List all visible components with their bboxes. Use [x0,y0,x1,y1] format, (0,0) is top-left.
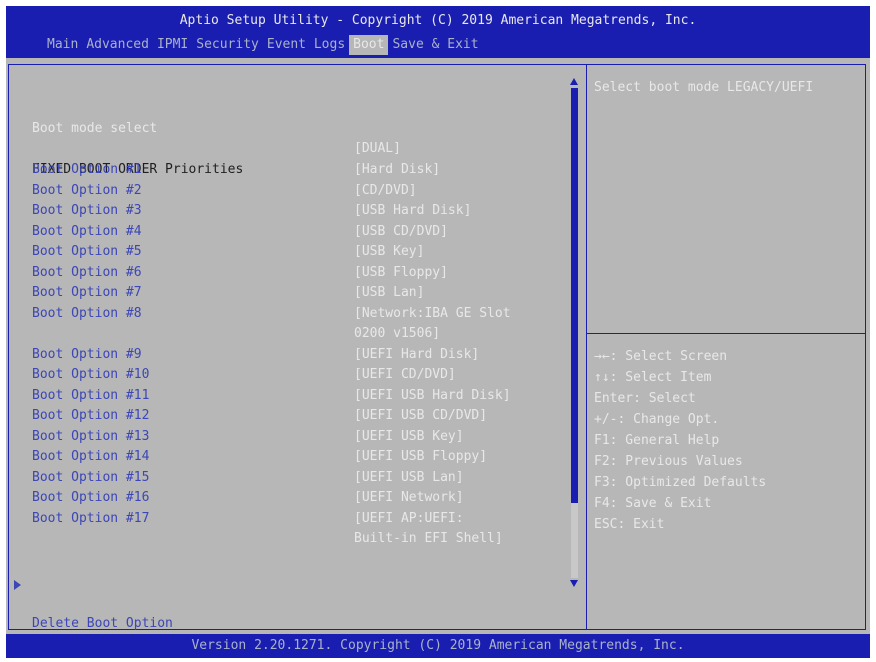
boot-option-value-continued: Built-in EFI Shell] [354,531,503,546]
key-enter: Enter: Select [594,391,696,406]
boot-option-value[interactable]: [UEFI USB Floppy] [354,447,487,467]
submenu-arrow-icon [14,580,21,590]
boot-option-value[interactable]: [UEFI CD/DVD] [354,365,456,385]
section-heading-row: FIXED BOOT ORDER Priorities [6,140,243,177]
footer-bar: Version 2.20.1271. Copyright (C) 2019 Am… [6,634,870,658]
boot-option-label: Boot Option #15 [32,469,150,485]
tab-boot[interactable]: Boot [349,35,389,55]
scroll-thumb[interactable] [571,503,578,578]
boot-mode-label: Boot mode select [32,121,158,136]
boot-option-value[interactable]: [Hard Disk] [354,160,440,180]
boot-option-label: Boot Option #6 [32,264,142,280]
boot-option-label: Boot Option #8 [32,305,142,321]
key-f4: F4: Save & Exit [594,496,712,511]
tab-security[interactable]: Security [192,35,263,55]
boot-option-value[interactable]: [UEFI AP:UEFI: [354,509,464,529]
boot-option-label: Boot Option #7 [32,285,142,300]
footer-text: Version 2.20.1271. Copyright (C) 2019 Am… [191,638,685,653]
boot-option-value[interactable]: [USB Floppy] [354,263,448,283]
boot-option-value[interactable]: [UEFI USB Lan] [354,468,464,488]
scroll-down-arrow-icon[interactable] [570,580,578,587]
vertical-divider [586,64,587,630]
boot-option-value[interactable]: [UEFI Network] [354,488,464,508]
boot-option-value[interactable]: [UEFI Hard Disk] [354,345,479,365]
key-f2: F2: Previous Values [594,454,743,469]
key-esc: ESC: Exit [594,517,665,532]
help-description: Select boot mode LEGACY/UEFI [594,80,814,95]
scrollbar[interactable] [570,78,580,588]
boot-option-label: Boot Option #12 [32,408,150,423]
boot-option-value[interactable]: [USB Key] [354,242,424,262]
boot-option-value[interactable]: [UEFI USB CD/DVD] [354,406,487,426]
boot-option-value[interactable]: [USB CD/DVD] [354,222,448,242]
key-select-screen: →←: Select Screen [594,349,728,364]
boot-mode-row[interactable]: Boot mode select [DUAL] [6,99,401,156]
title-bar: Aptio Setup Utility - Copyright (C) 2019… [6,6,870,58]
window-title: Aptio Setup Utility - Copyright (C) 2019… [179,13,697,28]
boot-option-label: Boot Option #16 [32,490,150,505]
boot-option-label: Boot Option #11 [32,387,150,403]
delete-boot-option-row[interactable]: Delete Boot Option [6,574,173,631]
boot-option-value[interactable]: [USB Lan] [354,283,424,303]
boot-option-label: Boot Option #2 [32,182,142,198]
boot-option-label: Boot Option #14 [32,449,150,464]
delete-boot-option-label: Delete Boot Option [32,616,173,631]
key-change-opt: +/-: Change Opt. [594,412,720,427]
boot-option-value[interactable]: [UEFI USB Hard Disk] [354,386,511,406]
boot-option-value-continued: 0200 v1506] [354,326,441,341]
scroll-up-arrow-icon[interactable] [570,78,578,85]
settings-list: Boot mode select [DUAL] FIXED BOOT ORDER… [6,58,566,631]
boot-option-label: Boot Option #1 [32,162,142,177]
key-f1: F1: General Help [594,433,720,448]
tab-save-exit[interactable]: Save & Exit [388,35,482,55]
scroll-track[interactable] [571,88,578,578]
tab-main[interactable]: Main [43,35,82,55]
boot-option-label: Boot Option #17 [32,510,150,526]
boot-option-label: Boot Option #5 [32,244,142,259]
tab-ipmi[interactable]: IPMI [153,35,192,55]
key-select-item: ↑↓: Select Item [594,370,712,385]
key-legend: →←: Select Screen ↑↓: Select Item Enter:… [594,346,766,535]
key-f3: F3: Optimized Defaults [594,475,767,490]
tab-event-logs[interactable]: Event Logs [263,35,349,55]
boot-option-label: Boot Option #3 [32,203,142,218]
horizontal-divider [587,333,866,334]
main-panel: Boot mode select [DUAL] FIXED BOOT ORDER… [6,58,870,634]
boot-option-label: Boot Option #9 [32,346,142,362]
boot-option-value[interactable]: [CD/DVD] [354,181,417,201]
boot-option-label: Boot Option #10 [32,367,150,382]
boot-option-value[interactable]: [USB Hard Disk] [354,201,471,221]
boot-option-label: Boot Option #13 [32,428,150,444]
boot-option-label: Boot Option #4 [32,223,142,239]
tab-bar: Main Advanced IPMI Security Event Logs B… [43,35,483,55]
boot-mode-value[interactable]: [DUAL] [354,139,401,159]
tab-advanced[interactable]: Advanced [82,35,153,55]
boot-option-value[interactable]: [UEFI USB Key] [354,427,464,447]
boot-option-value[interactable]: [Network:IBA GE Slot [354,304,511,324]
